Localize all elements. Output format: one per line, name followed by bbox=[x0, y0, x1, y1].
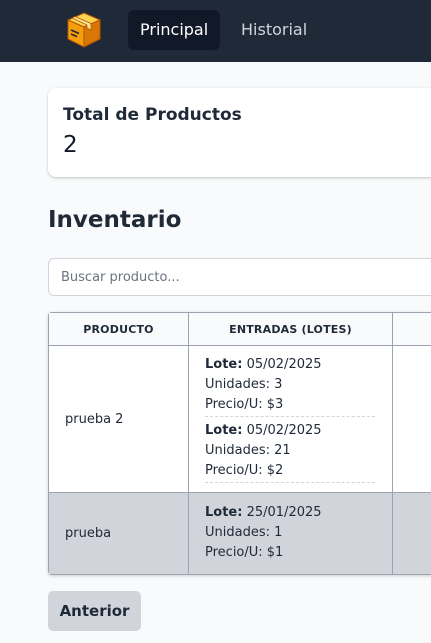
column-header-extra bbox=[392, 312, 431, 346]
previous-page-button[interactable]: Anterior bbox=[48, 591, 141, 631]
lot-label: Lote: bbox=[205, 357, 243, 372]
lot-entry: Lote: 05/02/2025 Unidades: 21 Precio/U: … bbox=[205, 421, 375, 483]
lots-cell: Lote: 25/01/2025 Unidades: 1 Precio/U: $… bbox=[188, 492, 393, 575]
lot-units: Unidades: 21 bbox=[205, 443, 291, 458]
product-name: prueba bbox=[48, 492, 189, 575]
column-header-product: PRODUCTO bbox=[48, 312, 189, 346]
total-products-card: Total de Productos 2 bbox=[48, 88, 431, 177]
page-title: Inventario bbox=[48, 207, 182, 233]
table-header-row: PRODUCTO ENTRADAS (LOTES) bbox=[48, 312, 431, 346]
lot-label: Lote: bbox=[205, 423, 243, 438]
navbar: Principal Historial bbox=[0, 0, 431, 62]
lot-price: Precio/U: $3 bbox=[205, 397, 284, 412]
lot-date: 05/02/2025 bbox=[246, 357, 322, 372]
stat-title: Total de Productos bbox=[63, 105, 242, 125]
lot-date: 25/01/2025 bbox=[246, 504, 322, 520]
lots-cell: Lote: 05/02/2025 Unidades: 3 Precio/U: $… bbox=[188, 345, 393, 493]
package-box-icon[interactable] bbox=[64, 10, 104, 50]
lot-entry: Lote: 05/02/2025 Unidades: 3 Precio/U: $… bbox=[205, 355, 375, 417]
inventory-table: PRODUCTO ENTRADAS (LOTES) prueba 2 Lote:… bbox=[48, 312, 431, 575]
lot-label: Lote: bbox=[205, 504, 243, 520]
column-header-lots: ENTRADAS (LOTES) bbox=[188, 312, 393, 346]
lot-units: Unidades: 1 bbox=[205, 524, 283, 540]
lot-price: Precio/U: $2 bbox=[205, 463, 284, 478]
table-row[interactable]: prueba Lote: 25/01/2025 Unidades: 1 Prec… bbox=[48, 492, 431, 575]
search-input[interactable] bbox=[48, 258, 431, 296]
lot-entry: Lote: 25/01/2025 Unidades: 1 Precio/U: $… bbox=[205, 503, 375, 565]
product-name: prueba 2 bbox=[48, 345, 189, 493]
lot-date: 05/02/2025 bbox=[246, 423, 322, 438]
tab-principal[interactable]: Principal bbox=[128, 10, 221, 50]
extra-cell: - bbox=[392, 492, 431, 575]
tab-historial[interactable]: Historial bbox=[229, 10, 319, 50]
table-row[interactable]: prueba 2 Lote: 05/02/2025 Unidades: 3 Pr… bbox=[48, 345, 431, 493]
lot-price: Precio/U: $1 bbox=[205, 544, 284, 560]
extra-cell: - bbox=[392, 345, 431, 493]
stat-value: 2 bbox=[63, 132, 78, 158]
lot-units: Unidades: 3 bbox=[205, 377, 283, 392]
